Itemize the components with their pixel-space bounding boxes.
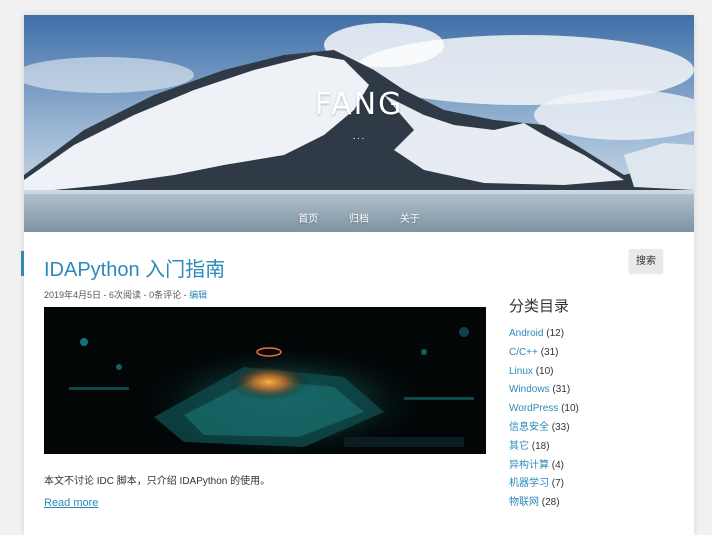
list-item: C/C++ (31): [509, 344, 579, 363]
category-link[interactable]: Linux: [509, 366, 533, 377]
categories-widget-title: 分类目录: [509, 298, 570, 315]
category-link[interactable]: 异构计算: [509, 460, 549, 471]
category-count: (31): [552, 384, 571, 396]
category-count: (18): [531, 440, 550, 452]
category-count: (7): [551, 478, 565, 490]
category-count: (12): [546, 328, 565, 339]
meta-separator: -: [141, 290, 150, 300]
list-item: Android (12): [509, 325, 579, 344]
category-count: (31): [540, 346, 559, 358]
list-item: Linux (10): [509, 363, 579, 382]
category-link[interactable]: WordPress: [509, 403, 558, 414]
category-count: (10): [535, 365, 554, 377]
list-item: 机器学习 (7): [509, 475, 579, 494]
main-nav: 首页 归档 关于: [24, 210, 694, 225]
category-link[interactable]: 机器学习: [509, 478, 549, 489]
category-count: (4): [551, 459, 565, 471]
list-item: Windows (31): [509, 381, 579, 400]
edit-link[interactable]: 编辑: [189, 290, 207, 300]
post-title[interactable]: IDAPython 入门指南: [44, 253, 225, 282]
search-button[interactable]: 搜索: [629, 249, 663, 273]
nav-item-home[interactable]: 首页: [298, 214, 318, 225]
site-header: FANG ··· 首页 归档 关于: [24, 15, 694, 232]
list-item: 信息安全 (33): [509, 419, 579, 438]
list-item: 其它 (18): [509, 438, 579, 457]
category-count: (33): [551, 421, 570, 433]
read-more-link[interactable]: Read more: [44, 497, 98, 509]
post-date: 2019年4月5日: [44, 290, 102, 300]
category-list: Android (12) C/C++ (31) Linux (10) Windo…: [509, 325, 579, 513]
category-link[interactable]: Windows: [509, 384, 550, 395]
nav-item-archive[interactable]: 归档: [349, 214, 369, 225]
header-image: [24, 15, 694, 232]
post-meta: 2019年4月5日 - 6次阅读 - 0条评论 - 编辑: [44, 288, 207, 301]
category-count: (28): [541, 497, 560, 509]
site-description: ···: [352, 133, 366, 144]
category-link[interactable]: 其它: [509, 441, 529, 452]
post-accent-bar: [21, 251, 24, 276]
nav-item-about[interactable]: 关于: [400, 214, 420, 225]
category-link[interactable]: C/C++: [509, 347, 538, 358]
meta-separator: -: [181, 290, 190, 300]
category-link[interactable]: 信息安全: [509, 422, 549, 433]
meta-separator: -: [101, 290, 110, 300]
circuit-hologram-image: [44, 307, 486, 454]
list-item: 物联网 (28): [509, 494, 579, 513]
category-link[interactable]: Android: [509, 328, 543, 339]
list-item: WordPress (10): [509, 400, 579, 419]
post-excerpt: 本文不讨论 IDC 脚本，只介绍 IDAPython 的使用。: [44, 476, 271, 487]
page: FANG ··· 首页 归档 关于 IDAPython 入门指南 2019年4月…: [24, 15, 694, 535]
post-comments-link[interactable]: 0条评论: [149, 290, 181, 300]
post-views: 6次阅读: [109, 290, 142, 300]
list-item: 异构计算 (4): [509, 457, 579, 476]
category-count: (10): [561, 403, 579, 415]
post-featured-image[interactable]: [44, 307, 486, 454]
category-link[interactable]: 物联网: [509, 497, 539, 508]
site-title[interactable]: FANG: [24, 87, 694, 122]
